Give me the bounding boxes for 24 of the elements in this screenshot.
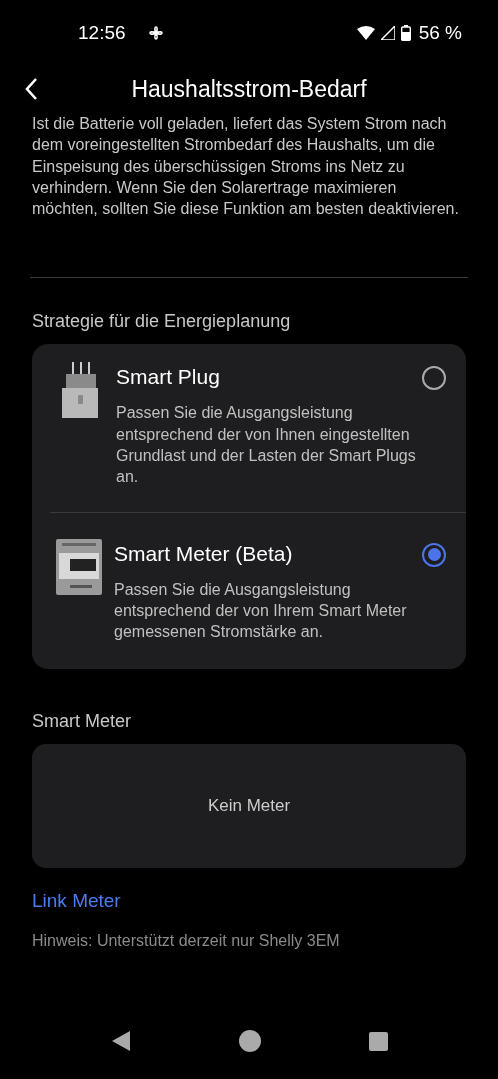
- section-label: Strategie für die Energieplanung: [32, 311, 292, 333]
- option-description: Passen Sie die Ausgangsleistung entsprechend der von Ihnen eingestellten Grundlast und der Lasten der Smart Plugs an.: [116, 403, 417, 488]
- wifi-icon: [356, 25, 375, 40]
- page-title: Haushaltsstrom-Bedarf: [131, 75, 367, 103]
- section-label: Smart Meter: [32, 710, 133, 732]
- plug-icon: [62, 362, 100, 421]
- radio-button[interactable]: [422, 542, 446, 567]
- home-icon[interactable]: [238, 1030, 261, 1052]
- option-title: Smart Meter (Beta): [114, 540, 294, 567]
- status-time: 12:56: [78, 21, 126, 44]
- back-nav-icon[interactable]: [110, 1030, 131, 1052]
- empty-state-text: Kein Meter: [207, 795, 291, 816]
- option-description: Passen Sie die Ausgangsleistung entsprechend der von Ihrem Smart Meter gemessenen Stromstärke an.: [114, 579, 408, 643]
- hint-text: Hinweis: Unterstützt derzeit nur Shelly 3EM: [32, 931, 341, 950]
- back-icon[interactable]: [24, 77, 38, 101]
- signal-icon: [380, 25, 395, 40]
- option-title: Smart Plug: [116, 364, 221, 391]
- radio-button[interactable]: [422, 366, 446, 391]
- link-meter-link[interactable]: Link Meter: [32, 889, 121, 912]
- description-text: Ist die Batterie voll geladen, liefert das System Strom nach dem voreingestellten Strombedarf des Haushalts, um die Einspeisung des überschüssigen Stroms ins Netz zu verhindern. Wenn Sie den Solarertrage maximieren möchten, sollten Sie diese Funktion am besten deaktivieren.: [32, 114, 460, 220]
- meter-icon: [56, 538, 102, 597]
- battery-percent: 56 %: [418, 21, 462, 44]
- battery-icon: [400, 24, 411, 41]
- recents-icon[interactable]: [368, 1031, 388, 1051]
